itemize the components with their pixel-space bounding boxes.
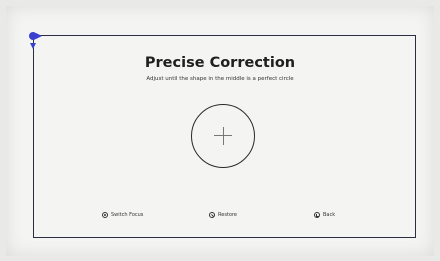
arrow-down-icon xyxy=(30,43,36,49)
restore-label: Restore xyxy=(218,212,237,218)
restore-icon xyxy=(209,212,215,218)
back-hint[interactable]: Back xyxy=(314,212,335,218)
arrow-right-icon xyxy=(36,33,42,39)
switch-focus-label: Switch Focus xyxy=(111,212,144,218)
crosshair-vertical xyxy=(222,127,224,145)
ok-button-icon xyxy=(102,212,108,218)
page-subtitle: Adjust until the shape in the middle is … xyxy=(146,76,294,82)
frame-top-edge xyxy=(33,35,416,36)
back-label: Back xyxy=(323,212,336,218)
back-icon xyxy=(314,212,320,218)
frame-bottom-edge xyxy=(33,237,416,238)
switch-focus-hint[interactable]: Switch Focus xyxy=(102,212,143,218)
restore-hint[interactable]: Restore xyxy=(209,212,237,218)
page-title: Precise Correction xyxy=(144,55,296,71)
